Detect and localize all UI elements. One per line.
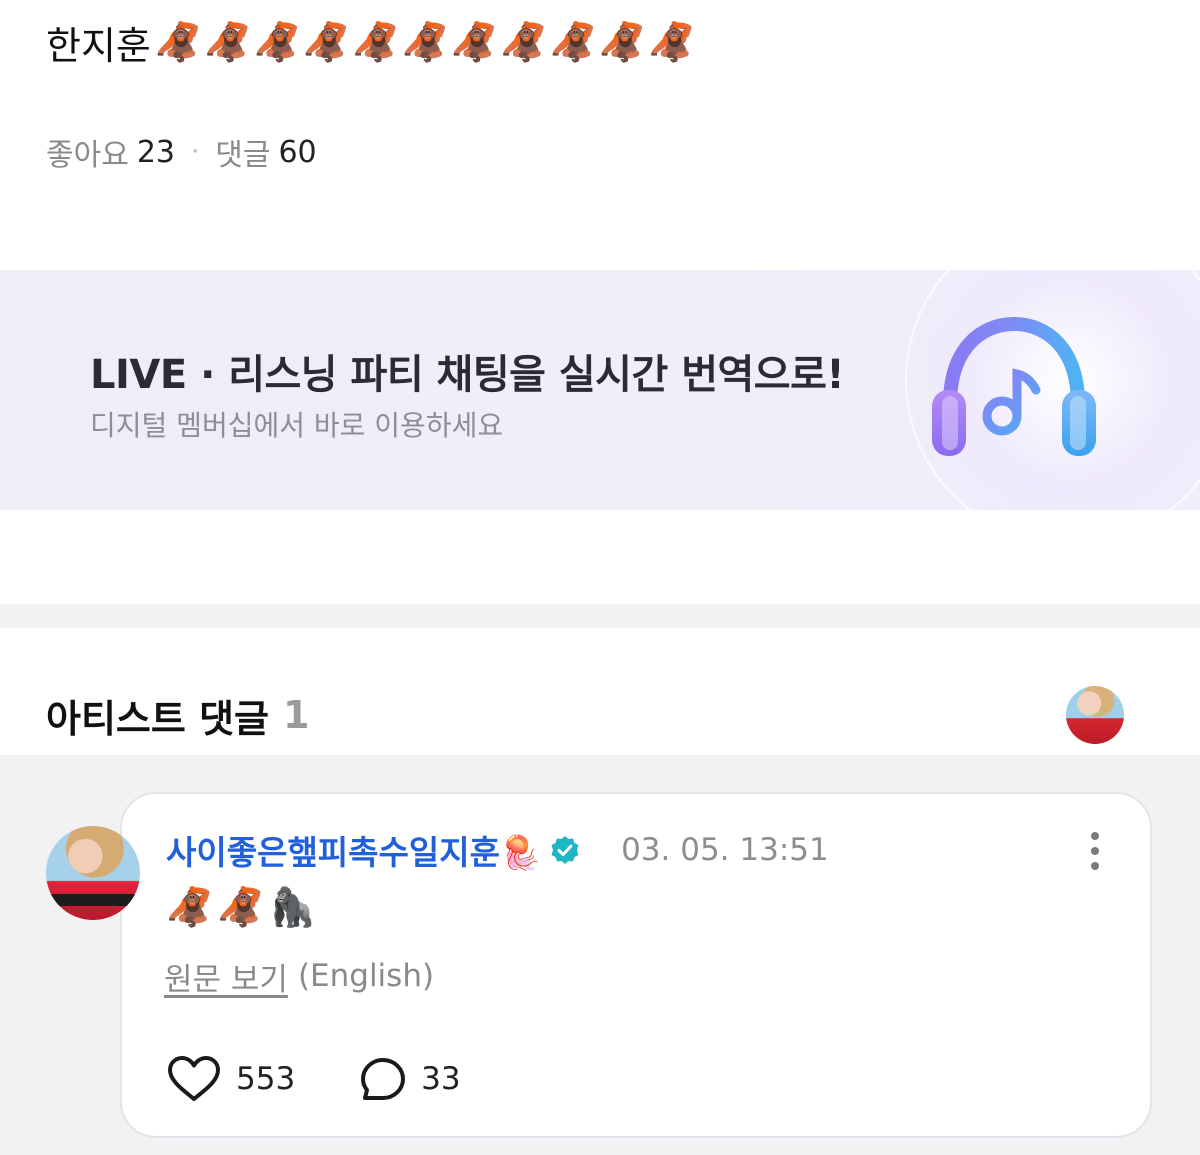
post-title: 한지훈 🦧 🦧 🦧 🦧 🦧 🦧 🦧 🦧 🦧 🦧 🦧 xyxy=(46,14,696,70)
post-title-emoji-row: 🦧 🦧 🦧 🦧 🦧 🦧 🦧 🦧 🦧 🦧 🦧 xyxy=(155,23,696,61)
title-emoji: 🦧 xyxy=(500,20,548,64)
title-emoji: 🦧 xyxy=(598,20,647,64)
title-emoji: 🦧 xyxy=(253,20,301,64)
comment-actions: 553 33 xyxy=(166,1056,461,1102)
comment-body: 🦧 🦧 🦍 xyxy=(166,882,316,932)
verified-badge-icon xyxy=(551,836,579,864)
title-emoji: 🦧 xyxy=(648,20,696,64)
speech-bubble-icon xyxy=(361,1058,406,1100)
like-button[interactable]: 553 xyxy=(166,1055,295,1103)
title-emoji: 🦧 xyxy=(549,20,597,64)
headphones-music-icon xyxy=(932,316,1096,456)
live-translation-banner[interactable]: LIVE · 리스닝 파티 채팅을 실시간 번역으로! 디지털 멤버십에서 바로… xyxy=(0,270,1200,510)
more-vertical-icon[interactable] xyxy=(1080,828,1110,874)
likes-count: 23 xyxy=(136,134,175,170)
title-emoji: 🦧 xyxy=(154,20,203,64)
view-original-link[interactable]: 원문 보기 xyxy=(164,954,288,999)
likes-label: 좋아요 xyxy=(46,138,129,173)
comment-emoji: 🦧 xyxy=(166,885,214,929)
artist-comments-title: 아티스트 댓글 xyxy=(46,696,269,741)
heart-outline-icon xyxy=(168,1056,220,1101)
post-stats: 좋아요 23 · 댓글 60 xyxy=(46,132,317,174)
section-divider xyxy=(0,604,1200,628)
artist-comments-header: 아티스트 댓글 1 xyxy=(46,690,310,741)
banner-title: LIVE · 리스닝 파티 채팅을 실시간 번역으로! xyxy=(90,352,845,398)
banner-subtitle: 디지털 멤버십에서 바로 이용하세요 xyxy=(90,409,504,442)
avatar-stripe xyxy=(46,894,140,906)
title-emoji: 🦧 xyxy=(204,20,252,64)
translation-row: 원문 보기 (English) xyxy=(164,954,434,998)
more-dot xyxy=(1091,847,1099,855)
more-dot xyxy=(1091,862,1099,870)
artist-comment-card: 사이좋은햎피촉수일지훈🪼 03. 05. 13:51 🦧 🦧 🦍 원문 보기 (En… xyxy=(120,792,1152,1138)
stats-separator: · xyxy=(191,137,200,167)
comments-count: 60 xyxy=(278,134,317,170)
title-emoji: 🦧 xyxy=(352,20,400,64)
like-count: 553 xyxy=(236,1061,296,1097)
reply-count: 33 xyxy=(421,1061,461,1097)
comment-author-avatar[interactable] xyxy=(46,826,140,920)
artist-avatar-small[interactable] xyxy=(1066,686,1124,744)
comment-author-row: 사이좋은햎피촉수일지훈🪼 03. 05. 13:51 xyxy=(166,828,829,872)
comment-emoji: 🦧 xyxy=(217,885,265,929)
more-dot xyxy=(1091,832,1099,840)
reply-button[interactable]: 33 xyxy=(359,1056,461,1102)
artist-comments-count: 1 xyxy=(283,693,310,737)
comment-emoji: 🦍 xyxy=(268,885,316,929)
post-title-text: 한지훈 xyxy=(46,23,151,68)
comment-author-name[interactable]: 사이좋은햎피촉수일지훈🪼 xyxy=(166,826,541,874)
comment-timestamp: 03. 05. 13:51 xyxy=(621,832,829,868)
title-emoji: 🦧 xyxy=(302,20,351,64)
comments-label: 댓글 xyxy=(215,138,271,173)
original-language: (English) xyxy=(297,958,435,994)
title-emoji: 🦧 xyxy=(401,20,449,64)
title-emoji: 🦧 xyxy=(450,20,499,64)
